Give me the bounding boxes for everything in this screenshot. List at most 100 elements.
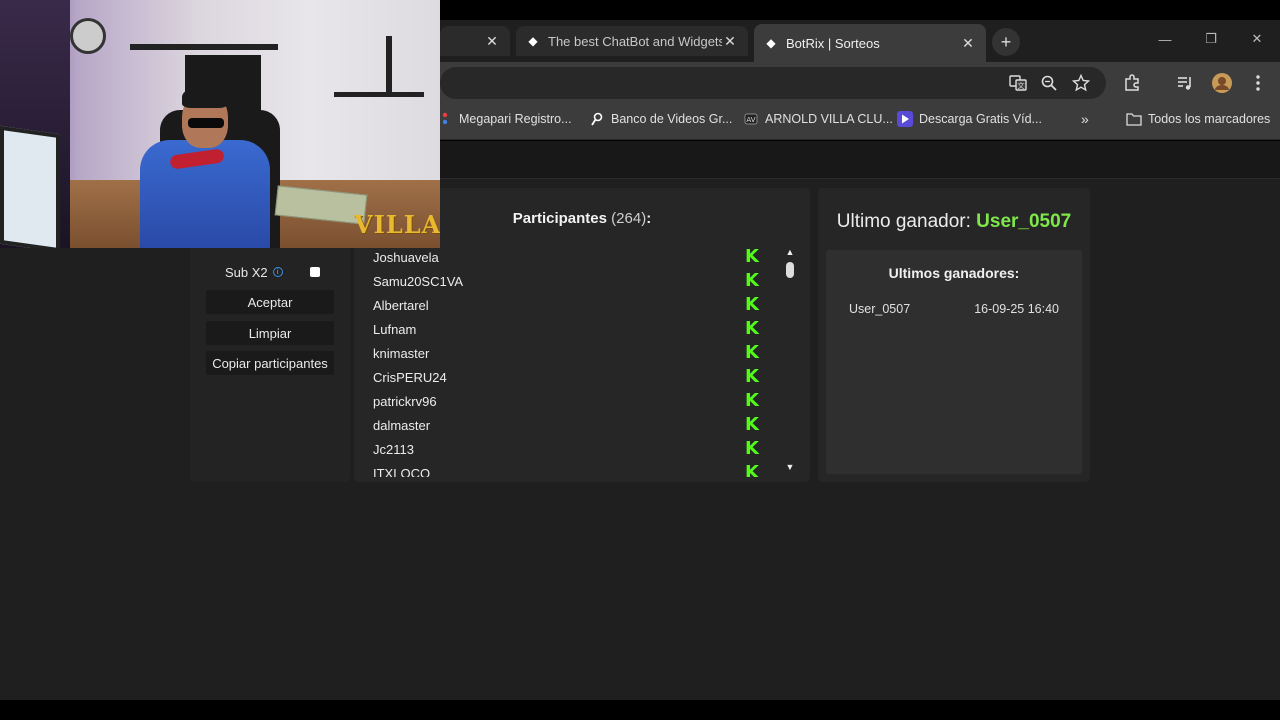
kick-platform-icon: K xyxy=(745,246,759,267)
bottom-letterbox xyxy=(0,700,1280,720)
new-tab-button[interactable]: + xyxy=(992,28,1020,56)
scrollbar-thumb[interactable] xyxy=(786,262,794,278)
participant-row: Albertarel K xyxy=(354,293,782,317)
webcam-hair xyxy=(182,86,228,108)
participant-row: Joshuavela K xyxy=(354,245,782,269)
kick-platform-icon: K xyxy=(745,318,759,339)
close-tab-icon[interactable]: ✕ xyxy=(484,33,500,50)
participant-name: CrisPERU24 xyxy=(373,369,447,385)
participants-scrollbar[interactable]: ▲ ▼ xyxy=(782,245,798,477)
pin-favicon-icon xyxy=(589,111,605,127)
bookmark-label: Megapari Registro... xyxy=(459,112,572,126)
bookmark-label: ARNOLD VILLA CLU... xyxy=(765,112,893,126)
browser-tab-active[interactable]: ◆ BotRix | Sorteos ✕ xyxy=(754,24,986,62)
kick-platform-icon: K xyxy=(745,390,759,411)
kick-platform-icon: K xyxy=(745,414,759,435)
bookmark-megapari[interactable]: Megapari Registro... xyxy=(437,111,572,127)
webcam-monitor xyxy=(0,125,60,248)
botrix-favicon-icon: ◆ xyxy=(766,36,776,50)
bookmarks-overflow-button[interactable]: » xyxy=(1081,111,1089,127)
villa-logo: VILLA xyxy=(354,210,440,239)
restore-window-button[interactable]: ❐ xyxy=(1188,24,1234,54)
bookmark-arnold-villa[interactable]: AV ARNOLD VILLA CLU... xyxy=(743,111,893,127)
extensions-icon[interactable] xyxy=(1121,72,1143,94)
participant-row: knimaster K xyxy=(354,341,782,365)
arnold-favicon-icon: AV xyxy=(743,111,759,127)
participant-name: knimaster xyxy=(373,345,430,361)
participant-name: Albertarel xyxy=(373,297,429,313)
webcam-shelf xyxy=(130,44,278,50)
winners-history-title: Ultimos ganadores: xyxy=(888,265,1020,281)
webcam-shelf xyxy=(334,92,424,97)
bookmark-banco-videos[interactable]: Banco de Videos Gr... xyxy=(589,111,732,127)
last-winner-heading: Ultimo ganador: User_0507 xyxy=(818,211,1090,233)
profile-avatar[interactable] xyxy=(1211,72,1233,94)
browser-tab-1[interactable]: ✕ xyxy=(440,26,510,56)
info-icon[interactable]: i xyxy=(272,267,283,277)
close-window-button[interactable]: ✕ xyxy=(1234,24,1280,54)
sub-x2-option: Sub X2 i xyxy=(206,262,334,282)
svg-text:AV: AV xyxy=(746,116,755,124)
bookmark-star-icon[interactable] xyxy=(1070,72,1092,94)
kick-platform-icon: K xyxy=(745,270,759,291)
webcam-sunglasses xyxy=(188,118,224,128)
bookmark-label: Banco de Videos Gr... xyxy=(611,112,733,126)
tab-label: The best ChatBot and Widgets xyxy=(548,33,722,49)
participant-row: Lufnam K xyxy=(354,317,782,341)
winners-history-box xyxy=(826,250,1082,474)
kick-platform-icon: K xyxy=(745,366,759,387)
participants-label: Participantes xyxy=(512,210,607,227)
participant-name: dalmaster xyxy=(373,417,431,433)
browser-menu-icon[interactable] xyxy=(1247,72,1269,94)
participant-name: patrickrv96 xyxy=(373,393,437,409)
kick-platform-icon: K xyxy=(745,438,759,459)
last-winner-label: Ultimo ganador: xyxy=(836,211,971,232)
sub-x2-label: Sub X2 xyxy=(225,264,268,280)
winner-history-date: 16-09-25 16:40 xyxy=(974,302,1059,316)
kick-platform-icon: K xyxy=(745,462,759,478)
zoom-icon[interactable] xyxy=(1038,72,1060,94)
webcam-fan xyxy=(70,18,106,54)
winner-history-row: User_0507 16-09-25 16:40 xyxy=(849,302,1059,316)
webcam-rack xyxy=(386,36,392,94)
svg-text:文: 文 xyxy=(1018,81,1025,90)
participant-name: Lufnam xyxy=(373,321,417,337)
sub-x2-checkbox[interactable] xyxy=(310,267,320,277)
participant-row: dalmaster K xyxy=(354,413,782,437)
accept-button[interactable]: Aceptar xyxy=(206,290,334,314)
bookmark-label: Descarga Gratis Víd... xyxy=(919,112,1042,126)
participant-row: patrickrv96 K xyxy=(354,389,782,413)
kick-platform-icon: K xyxy=(745,342,759,363)
browser-tab-2[interactable]: ◆ The best ChatBot and Widgets ✕ xyxy=(516,26,748,56)
participant-name: Joshuavela xyxy=(373,249,439,265)
participant-name: ITXLOCO xyxy=(373,465,431,478)
webcam-overlay: VILLA xyxy=(0,0,440,248)
participant-name: Jc2113 xyxy=(373,441,414,457)
winner-history-name: User_0507 xyxy=(849,302,911,316)
kick-platform-icon: K xyxy=(745,294,759,315)
participant-name: Samu20SC1VA xyxy=(373,273,464,289)
participant-row: ITXLOCO K xyxy=(354,461,782,478)
close-tab-icon[interactable]: ✕ xyxy=(960,35,976,52)
minimize-window-button[interactable]: — xyxy=(1142,24,1188,54)
participants-list[interactable]: Joshuavela K Samu20SC1VA K Albertarel K Luf… xyxy=(354,245,782,478)
media-control-icon[interactable] xyxy=(1174,72,1196,94)
participants-count: (264) xyxy=(611,210,647,227)
translate-icon[interactable]: 文 xyxy=(1007,72,1029,94)
participant-row: Samu20SC1VA K xyxy=(354,269,782,293)
bookmark-descarga-gratis[interactable]: Descarga Gratis Víd... xyxy=(897,111,1042,127)
scroll-up-arrow-icon[interactable]: ▲ xyxy=(785,247,795,257)
copy-participants-button[interactable]: Copiar participantes xyxy=(206,351,334,375)
all-bookmarks-folder[interactable]: Todos los marcadores xyxy=(1126,111,1270,127)
clear-button[interactable]: Limpiar xyxy=(206,321,334,345)
last-winner-name: User_0507 xyxy=(976,211,1072,232)
scroll-down-arrow-icon[interactable]: ▼ xyxy=(785,462,795,472)
participant-row: Jc2113 K xyxy=(354,437,782,461)
participant-row: CrisPERU24 K xyxy=(354,365,782,389)
folder-icon xyxy=(1126,111,1142,127)
participants-suffix: : xyxy=(646,210,652,227)
all-bookmarks-label: Todos los marcadores xyxy=(1148,112,1271,126)
botrix-favicon-icon: ◆ xyxy=(528,34,538,48)
close-tab-icon[interactable]: ✕ xyxy=(722,33,738,50)
play-favicon-icon xyxy=(897,111,913,127)
